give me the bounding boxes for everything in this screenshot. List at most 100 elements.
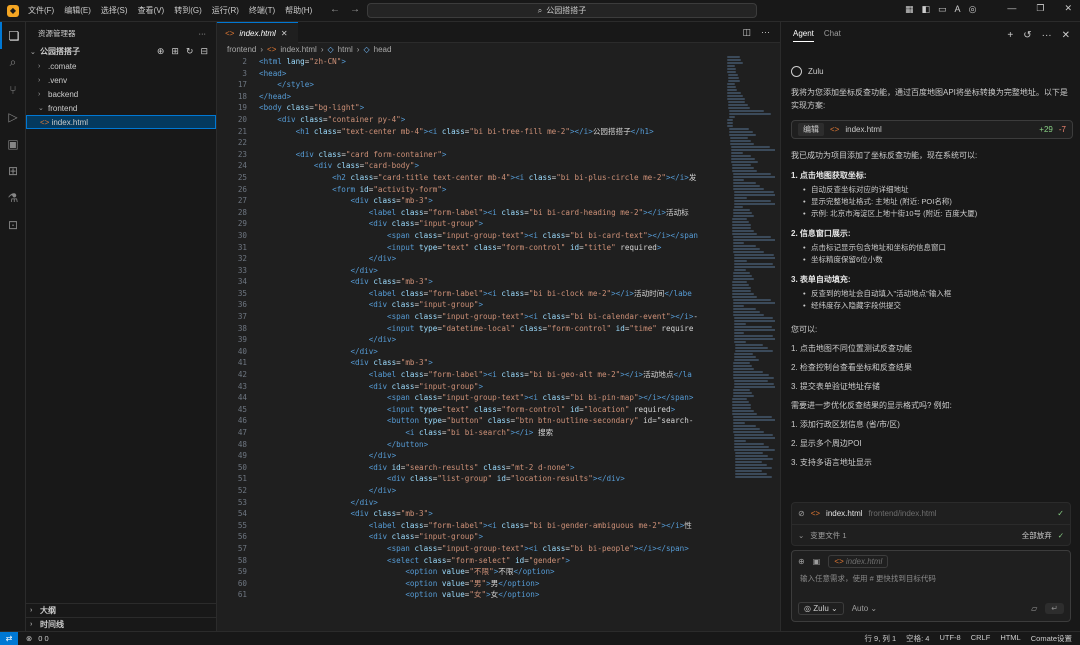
more-actions-icon[interactable]: ··· xyxy=(1042,30,1052,41)
discard-all-button[interactable]: 全部放弃 xyxy=(1022,530,1052,541)
translate-icon[interactable]: A xyxy=(955,4,961,15)
menu-file[interactable]: 文件(F) xyxy=(27,4,55,17)
code-line[interactable]: 58 <select class="form-select" id="gende… xyxy=(217,555,727,567)
code-line[interactable]: 31 <input type="text" class="form-contro… xyxy=(217,242,727,254)
code-line[interactable]: 17 </style> xyxy=(217,79,727,91)
code-line[interactable]: 56 <div class="input-group"> xyxy=(217,531,727,543)
changed-files-count[interactable]: 变更文件 1 xyxy=(810,530,846,541)
code-line[interactable]: 25 <h2 class="card-title text-center mb-… xyxy=(217,172,727,184)
edit-card[interactable]: 编辑 <> index.html +29 -7 xyxy=(791,120,1073,139)
toggle-panel-icon[interactable]: ▭ xyxy=(938,4,947,15)
tab-agent[interactable]: Agent xyxy=(793,29,814,42)
code-line[interactable]: 24 <div class="card-body"> xyxy=(217,160,727,172)
code-line[interactable]: 53 </div> xyxy=(217,497,727,509)
check-icon[interactable]: ✓ xyxy=(1057,509,1064,518)
code-line[interactable]: 55 <label class="form-label"><i class="b… xyxy=(217,520,727,532)
history-icon[interactable]: ↺ xyxy=(1023,30,1031,41)
code-line[interactable]: 45 <input type="text" class="form-contro… xyxy=(217,404,727,416)
menu-terminal[interactable]: 终端(T) xyxy=(248,4,276,17)
code-line[interactable]: 34 <div class="mb-3"> xyxy=(217,276,727,288)
code-line[interactable]: 54 <div class="mb-3"> xyxy=(217,508,727,520)
code-line[interactable]: 51 <div class="list-group" id="location-… xyxy=(217,473,727,485)
code-editor[interactable]: 2 <html lang="zh-CN"> 3 <head> 17 </style> 18… xyxy=(217,56,727,631)
tree-item-comate[interactable]: › .comate xyxy=(26,59,216,73)
minimize-icon[interactable]: — xyxy=(1007,3,1016,14)
code-line[interactable]: 28 <label class="form-label"><i class="b… xyxy=(217,207,727,219)
attach-icon[interactable]: ▱ xyxy=(1031,604,1037,613)
minimap[interactable] xyxy=(727,56,780,631)
new-chat-icon[interactable]: + xyxy=(1007,30,1013,41)
code-line[interactable]: 41 <div class="mb-3"> xyxy=(217,357,727,369)
code-line[interactable]: 20 <div class="container py-4"> xyxy=(217,114,727,126)
code-line[interactable]: 35 <label class="form-label"><i class="b… xyxy=(217,288,727,300)
code-line[interactable]: 44 <span class="input-group-text"><i cla… xyxy=(217,392,727,404)
problems-indicator[interactable]: ⊗ 0 0 xyxy=(26,634,49,643)
code-line[interactable]: 61 <option value="女">女</option> xyxy=(217,589,727,601)
breadcrumb-item[interactable]: html xyxy=(338,45,353,54)
testing-icon[interactable]: ⚗ xyxy=(0,184,26,211)
code-line[interactable]: 43 <div class="input-group"> xyxy=(217,381,727,393)
breadcrumb-item[interactable]: head xyxy=(374,45,392,54)
code-line[interactable]: 29 <div class="input-group"> xyxy=(217,218,727,230)
close-tab-icon[interactable]: ✕ xyxy=(281,29,288,38)
menu-edit[interactable]: 编辑(E) xyxy=(63,4,92,17)
encoding[interactable]: UTF-8 xyxy=(939,633,960,644)
breadcrumb-item[interactable]: index.html xyxy=(280,45,316,54)
project-folder[interactable]: ⌄ 公园搭搭子 ⊕ ⊞ ↻ ⊟ xyxy=(26,44,216,59)
language-mode[interactable]: HTML xyxy=(1000,633,1020,644)
code-line[interactable]: 30 <span class="input-group-text"><i cla… xyxy=(217,230,727,242)
menu-run[interactable]: 运行(R) xyxy=(211,4,240,17)
chat-input-box[interactable]: ⊕ ▣ <> index.html 输入任意需求，使用 # 更快找到目标代码 ◎… xyxy=(791,550,1071,622)
refresh-icon[interactable]: ↻ xyxy=(186,46,194,57)
tree-item-index-html[interactable]: <> index.html xyxy=(26,115,216,129)
code-line[interactable]: 57 <span class="input-group-text"><i cla… xyxy=(217,543,727,555)
tab-index-html[interactable]: <> index.html ✕ xyxy=(217,22,298,43)
check-icon[interactable]: ✓ xyxy=(1058,531,1064,540)
mode-selector[interactable]: Auto ⌄ xyxy=(852,604,877,613)
code-line[interactable]: 46 <button type="button" class="btn btn-… xyxy=(217,415,727,427)
more-actions-icon[interactable]: ··· xyxy=(761,27,770,37)
chevron-down-icon[interactable]: ⌄ xyxy=(798,531,804,540)
close-icon[interactable]: ✕ xyxy=(1064,3,1072,14)
code-line[interactable]: 23 <div class="card form-container"> xyxy=(217,149,727,161)
close-panel-icon[interactable]: ✕ xyxy=(1062,30,1070,41)
run-debug-icon[interactable]: ▷ xyxy=(0,103,26,130)
toggle-sidebar-icon[interactable]: ◧ xyxy=(922,4,931,15)
code-line[interactable]: 42 <label class="form-label"><i class="b… xyxy=(217,369,727,381)
layout-grid-icon[interactable]: ▦ xyxy=(905,4,914,15)
extensions-icon[interactable]: ⊞ xyxy=(0,157,26,184)
code-line[interactable]: 21 <h1 class="text-center mb-4"><i class… xyxy=(217,126,727,138)
send-button[interactable]: ↵ xyxy=(1045,603,1064,614)
code-line[interactable]: 32 </div> xyxy=(217,253,727,265)
chat-input-placeholder[interactable]: 输入任意需求，使用 # 更快找到目标代码 xyxy=(792,571,1070,586)
code-line[interactable]: 48 </button> xyxy=(217,439,727,451)
code-line[interactable]: 2 <html lang="zh-CN"> xyxy=(217,56,727,68)
model-selector[interactable]: ◎ Zulu ⌄ xyxy=(798,602,844,615)
code-line[interactable]: 59 <option value="不限">不限</option> xyxy=(217,566,727,578)
outline-section[interactable]: › 大纲 xyxy=(26,603,216,617)
command-center-search[interactable]: ⌕ 公园搭搭子 xyxy=(367,3,757,18)
menu-select[interactable]: 选择(S) xyxy=(100,4,129,17)
code-line[interactable]: 52 </div> xyxy=(217,485,727,497)
add-context-icon[interactable]: ⊕ xyxy=(798,557,805,566)
context-chip[interactable]: <> index.html xyxy=(828,554,889,568)
forward-arrow-icon[interactable]: → xyxy=(350,4,360,15)
explorer-icon[interactable]: ❏ xyxy=(0,22,26,49)
menu-view[interactable]: 查看(V) xyxy=(137,4,166,17)
comate-settings[interactable]: Comate设置 xyxy=(1031,633,1072,644)
code-line[interactable]: 38 <input type="datetime-local" class="f… xyxy=(217,323,727,335)
code-line[interactable]: 37 <span class="input-group-text"><i cla… xyxy=(217,311,727,323)
menu-help[interactable]: 帮助(H) xyxy=(284,4,313,17)
account-icon[interactable]: ◎ xyxy=(969,4,977,15)
new-file-icon[interactable]: ⊕ xyxy=(157,46,165,57)
indentation[interactable]: 空格: 4 xyxy=(906,633,929,644)
code-line[interactable]: 18 </head> xyxy=(217,91,727,103)
source-control-icon[interactable]: ⑂ xyxy=(0,76,26,103)
code-line[interactable]: 50 <div id="search-results" class="mt-2 … xyxy=(217,462,727,474)
timeline-section[interactable]: › 时间线 xyxy=(26,617,216,631)
code-line[interactable]: 39 </div> xyxy=(217,334,727,346)
tree-item-venv[interactable]: › .venv xyxy=(26,73,216,87)
code-line[interactable]: 19 <body class="bg-light"> xyxy=(217,102,727,114)
breadcrumb-item[interactable]: frontend xyxy=(227,45,256,54)
code-line[interactable]: 33 </div> xyxy=(217,265,727,277)
